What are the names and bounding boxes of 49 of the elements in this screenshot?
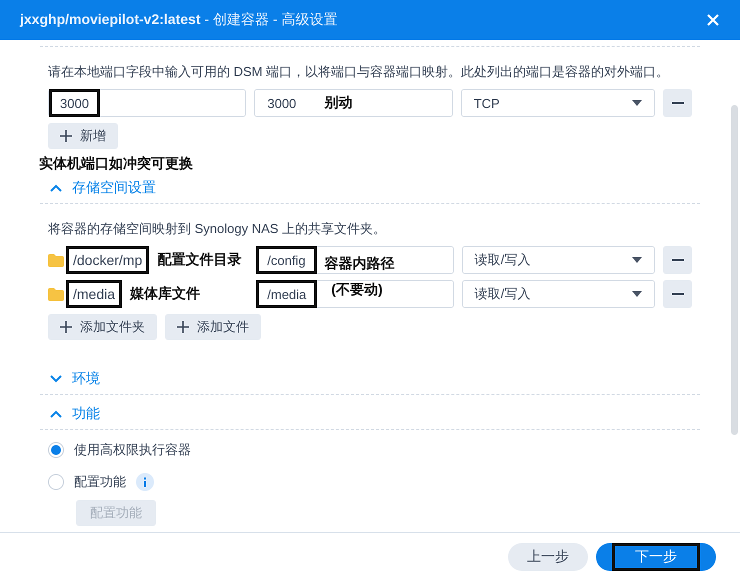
add-button[interactable]: 添加文件: [165, 314, 261, 340]
plus-icon: [177, 321, 189, 333]
chevron-down-icon: [50, 375, 62, 383]
plus-icon: [60, 130, 72, 142]
annotation-note: 实体机端口如冲突可更换: [39, 155, 194, 173]
folder-icon: [48, 254, 64, 266]
minus-icon: [672, 259, 684, 261]
chevron-up-icon: [50, 410, 62, 418]
storage-description: 将容器的存储空间映射到 Synology NAS 上的共享文件夹。: [48, 220, 388, 238]
ports-description: 请在本地端口字段中输入可用的 DSM 端口，以将端口与容器端口映射。此处列出的端口是容器的对外端口。: [48, 63, 670, 81]
annotation-note: (不要动): [331, 281, 383, 299]
features-section-toggle[interactable]: 功能: [48, 399, 692, 429]
annotation-label: 配置文件目录: [157, 251, 242, 269]
mount-path-field[interactable]: /config 容器内路径: [256, 246, 454, 274]
close-icon[interactable]: [706, 13, 720, 27]
minus-icon: [672, 102, 684, 104]
annotation-label: 媒体库文件: [130, 285, 200, 303]
chevron-up-icon: [50, 184, 62, 192]
add-port-button[interactable]: 新增: [48, 123, 118, 149]
mount-path-field[interactable]: /media (不要动): [256, 280, 454, 308]
remove-button[interactable]: [663, 246, 692, 274]
plus-icon: [60, 321, 72, 333]
info-icon[interactable]: [136, 473, 154, 491]
local-port-field[interactable]: 3000: [48, 89, 246, 117]
folder-path: /media: [66, 280, 122, 308]
dropdown-arrow-icon: [632, 100, 642, 106]
annotation-note: 容器内路径: [324, 255, 395, 273]
radio-button[interactable]: [48, 442, 64, 458]
environment-section-toggle[interactable]: 环境: [48, 364, 692, 394]
add-button[interactable]: 添加文件夹: [48, 314, 157, 340]
back-button[interactable]: 上一步: [508, 543, 588, 571]
window-title: jxxghp/moviepilot-v2:latest - 创建容器 - 高级设置: [20, 11, 338, 29]
remove-button[interactable]: [663, 280, 692, 308]
remove-button[interactable]: [663, 89, 692, 117]
dropdown-arrow-icon: [632, 257, 642, 263]
dropdown-arrow-icon: [632, 291, 642, 297]
option-label: 使用高权限执行容器: [74, 441, 191, 459]
protocol-dropdown[interactable]: TCP: [460, 89, 656, 117]
permission-dropdown[interactable]: 读取/写入: [462, 280, 656, 308]
scrollbar-thumb[interactable]: [731, 105, 738, 435]
folder-icon: [48, 288, 64, 300]
minus-icon: [672, 293, 684, 295]
option-label: 配置功能: [74, 473, 126, 491]
radio-button[interactable]: [48, 474, 64, 490]
permission-dropdown[interactable]: 读取/写入: [462, 246, 656, 274]
next-button[interactable]: 下一步: [596, 543, 716, 571]
container-port-field[interactable]: 3000 别动: [254, 89, 453, 117]
storage-section-toggle[interactable]: 存储空间设置: [48, 173, 692, 203]
folder-path: /docker/mp: [66, 246, 150, 274]
